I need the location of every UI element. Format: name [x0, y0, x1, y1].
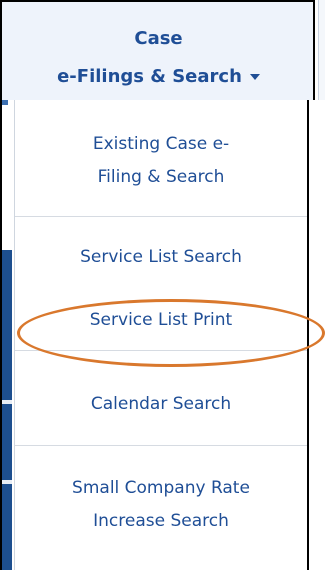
case-efilings-menu-toggle[interactable]: Case e-Filings & Search: [0, 0, 315, 100]
menu-item-small-company-rate-increase-search[interactable]: Small Company Rate Increase Search: [15, 472, 307, 538]
menu-item-existing-case-efiling[interactable]: Existing Case e- Filing & Search: [15, 128, 307, 194]
menu-item-service-list-search[interactable]: Service List Search: [15, 241, 307, 274]
menu-divider: [15, 216, 307, 217]
chevron-down-icon: [249, 74, 260, 80]
menu-divider: [15, 350, 307, 351]
menu-item-calendar-search[interactable]: Calendar Search: [15, 388, 307, 421]
menu-item-service-list-print[interactable]: Service List Print: [15, 304, 307, 337]
adjacent-menu-edge: [318, 0, 325, 100]
menu-title-line1: Case: [134, 28, 183, 49]
menu-title-line2: e-Filings & Search: [57, 66, 242, 87]
menu-title: Case e-Filings & Search: [2, 20, 315, 96]
menu-divider: [15, 445, 307, 446]
dropdown-menu: Existing Case e- Filing & Search Service…: [14, 100, 325, 570]
